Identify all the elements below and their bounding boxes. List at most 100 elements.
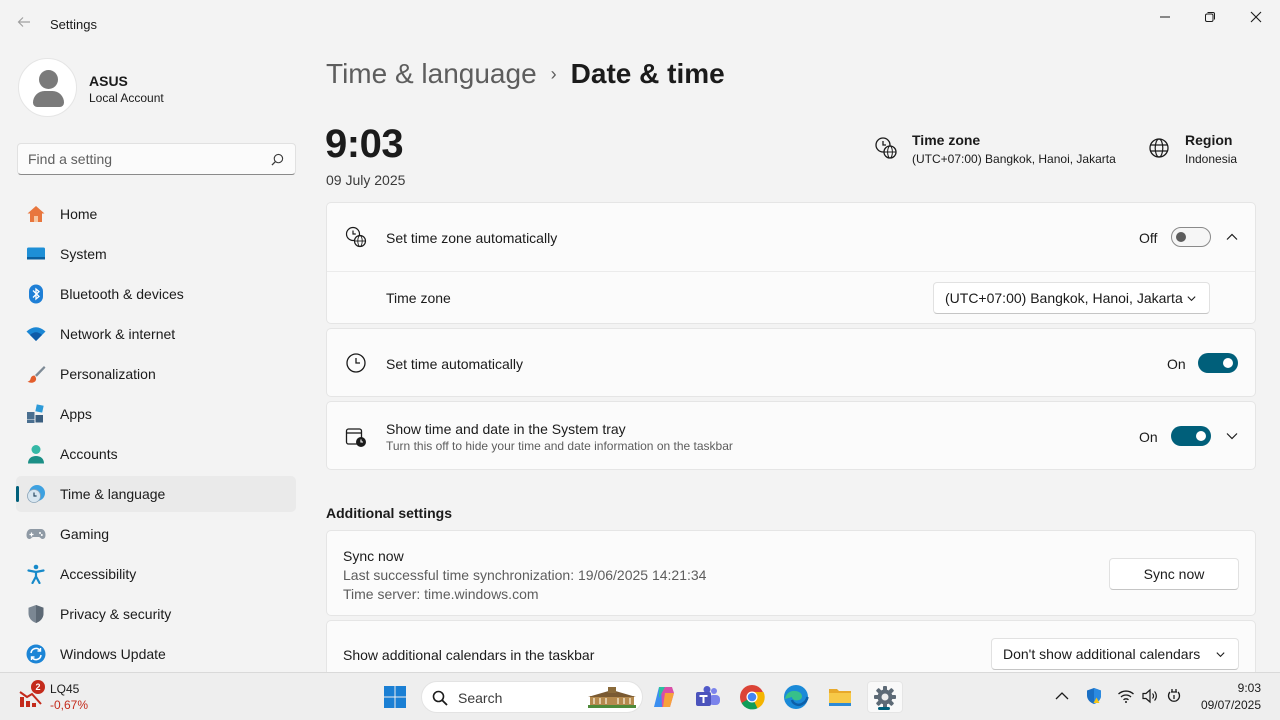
timezone-globe-clock-icon — [875, 137, 897, 159]
sidebar-item-time-language[interactable]: Time & language — [16, 476, 296, 512]
sidebar-item-network[interactable]: Network & internet — [16, 316, 296, 352]
defender-shield-icon[interactable] — [1085, 687, 1103, 705]
sidebar-item-privacy-security[interactable]: Privacy & security — [16, 596, 296, 632]
timezone-value: (UTC+07:00) Bangkok, Hanoi, Jakarta — [912, 152, 1116, 166]
time-zone-select[interactable]: (UTC+07:00) Bangkok, Hanoi, Jakarta — [933, 282, 1210, 314]
sync-now-button[interactable]: Sync now — [1109, 558, 1239, 590]
section-title: Additional settings — [326, 505, 452, 521]
current-date: 09 July 2025 — [326, 172, 406, 188]
start-button[interactable] — [379, 681, 411, 713]
sidebar-item-label: Time & language — [60, 486, 166, 502]
timezone-auto-icon — [345, 226, 367, 248]
region-value: Indonesia — [1185, 152, 1238, 166]
calendars-label: Show additional calendars in the taskbar — [343, 647, 595, 663]
time-language-icon — [27, 485, 45, 503]
row-divider — [327, 271, 1255, 272]
sidebar-item-label: Accounts — [60, 446, 118, 462]
breadcrumb-separator-icon: › — [550, 63, 557, 84]
sidebar-nav: Home System Bluetooth & devices Network … — [16, 196, 296, 676]
sync-title: Sync now — [343, 548, 404, 564]
chevron-down-icon[interactable] — [1225, 429, 1239, 443]
teams-app[interactable] — [692, 681, 724, 713]
chevron-up-icon[interactable] — [1225, 230, 1239, 244]
edge-app[interactable] — [780, 681, 812, 713]
sidebar-item-accounts[interactable]: Accounts — [16, 436, 296, 472]
avatar-body — [33, 91, 64, 107]
sidebar-item-label: Gaming — [60, 526, 110, 542]
back-arrow-icon[interactable] — [14, 14, 34, 34]
sidebar-item-gaming[interactable]: Gaming — [16, 516, 296, 552]
sidebar-item-system[interactable]: System — [16, 236, 296, 272]
tz-auto-title: Set time zone automatically — [386, 230, 558, 246]
taskbar: 2 LQ45 -0,67% Search 9:03 09/07/2025 — [0, 672, 1280, 720]
copilot-app[interactable] — [648, 681, 680, 713]
chevron-up-icon[interactable] — [1053, 687, 1071, 705]
user-name: ASUS — [89, 73, 128, 89]
last-sync-text: Last successful time synchronization: 19… — [343, 567, 707, 583]
chrome-icon — [740, 685, 765, 710]
accessibility-icon — [27, 564, 45, 584]
calendars-select[interactable]: Don't show additional calendars — [991, 638, 1239, 670]
settings-app[interactable] — [867, 681, 903, 713]
title-bar: Settings — [0, 0, 1280, 48]
stock-ticker: LQ45 — [50, 682, 80, 696]
time-auto-toggle[interactable] — [1198, 353, 1238, 373]
sync-card: Sync now Last successful time synchroniz… — [326, 530, 1256, 616]
battery-charging-icon[interactable] — [1165, 687, 1183, 705]
minimize-button[interactable] — [1148, 6, 1182, 28]
taskbar-date[interactable]: 09/07/2025 — [1201, 698, 1261, 712]
shield-icon — [28, 605, 44, 623]
tray-card[interactable]: Show time and date in the System tray Tu… — [326, 401, 1256, 470]
search-icon[interactable] — [271, 153, 284, 166]
sidebar-item-apps[interactable]: Apps — [16, 396, 296, 432]
chevron-down-icon — [1187, 296, 1196, 302]
sidebar-item-label: Windows Update — [60, 646, 166, 662]
close-button[interactable] — [1239, 6, 1273, 28]
time-auto-title: Set time automatically — [386, 356, 523, 372]
taskbar-time[interactable]: 9:03 — [1238, 681, 1261, 695]
restore-button[interactable] — [1193, 6, 1227, 28]
sidebar-item-accessibility[interactable]: Accessibility — [16, 556, 296, 592]
sidebar-item-windows-update[interactable]: Windows Update — [16, 636, 296, 672]
restore-icon — [1205, 12, 1215, 22]
sidebar-item-label: Home — [60, 206, 98, 222]
sidebar-item-bluetooth[interactable]: Bluetooth & devices — [16, 276, 296, 312]
edge-icon — [784, 685, 809, 709]
sidebar: ASUS Local Account Home System Bluetooth… — [0, 48, 310, 672]
notification-badge: 2 — [31, 680, 45, 694]
file-explorer-app[interactable] — [824, 681, 856, 713]
avatar[interactable] — [18, 58, 77, 117]
time-auto-state: On — [1167, 356, 1186, 372]
tray-title: Show time and date in the System tray — [386, 421, 626, 437]
volume-icon[interactable] — [1141, 687, 1159, 705]
teams-icon — [696, 686, 720, 706]
accounts-icon — [28, 445, 44, 464]
search-input[interactable] — [28, 151, 268, 167]
bluetooth-icon — [29, 284, 43, 304]
tz-auto-row[interactable]: Set time zone automatically Off — [327, 203, 1255, 271]
sidebar-item-label: Privacy & security — [60, 606, 172, 622]
current-time: 9:03 — [326, 122, 404, 166]
taskbar-search[interactable]: Search — [421, 681, 643, 713]
breadcrumb: Time & language › Date & time — [326, 58, 725, 90]
taskbar-search-label: Search — [458, 690, 503, 706]
minimize-icon — [1160, 16, 1170, 18]
tz-auto-toggle[interactable] — [1171, 227, 1211, 247]
breadcrumb-parent[interactable]: Time & language — [326, 58, 537, 90]
sidebar-item-label: Accessibility — [60, 566, 137, 582]
timezone-title: Time zone — [912, 132, 981, 148]
chrome-app[interactable] — [736, 681, 768, 713]
apps-icon — [27, 404, 44, 423]
page-title: Date & time — [570, 58, 725, 89]
wifi-icon[interactable] — [1117, 687, 1135, 705]
search-box[interactable] — [17, 143, 296, 175]
sidebar-item-personalization[interactable]: Personalization — [16, 356, 296, 392]
sidebar-item-home[interactable]: Home — [16, 196, 296, 232]
chevron-down-icon — [1216, 652, 1225, 658]
time-server-text: Time server: time.windows.com — [343, 586, 539, 602]
time-zone-label: Time zone — [386, 290, 451, 306]
window-title: Settings — [50, 17, 97, 32]
tray-toggle[interactable] — [1171, 426, 1211, 446]
time-auto-card[interactable]: Set time automatically On — [326, 328, 1256, 397]
search-icon — [432, 690, 448, 706]
